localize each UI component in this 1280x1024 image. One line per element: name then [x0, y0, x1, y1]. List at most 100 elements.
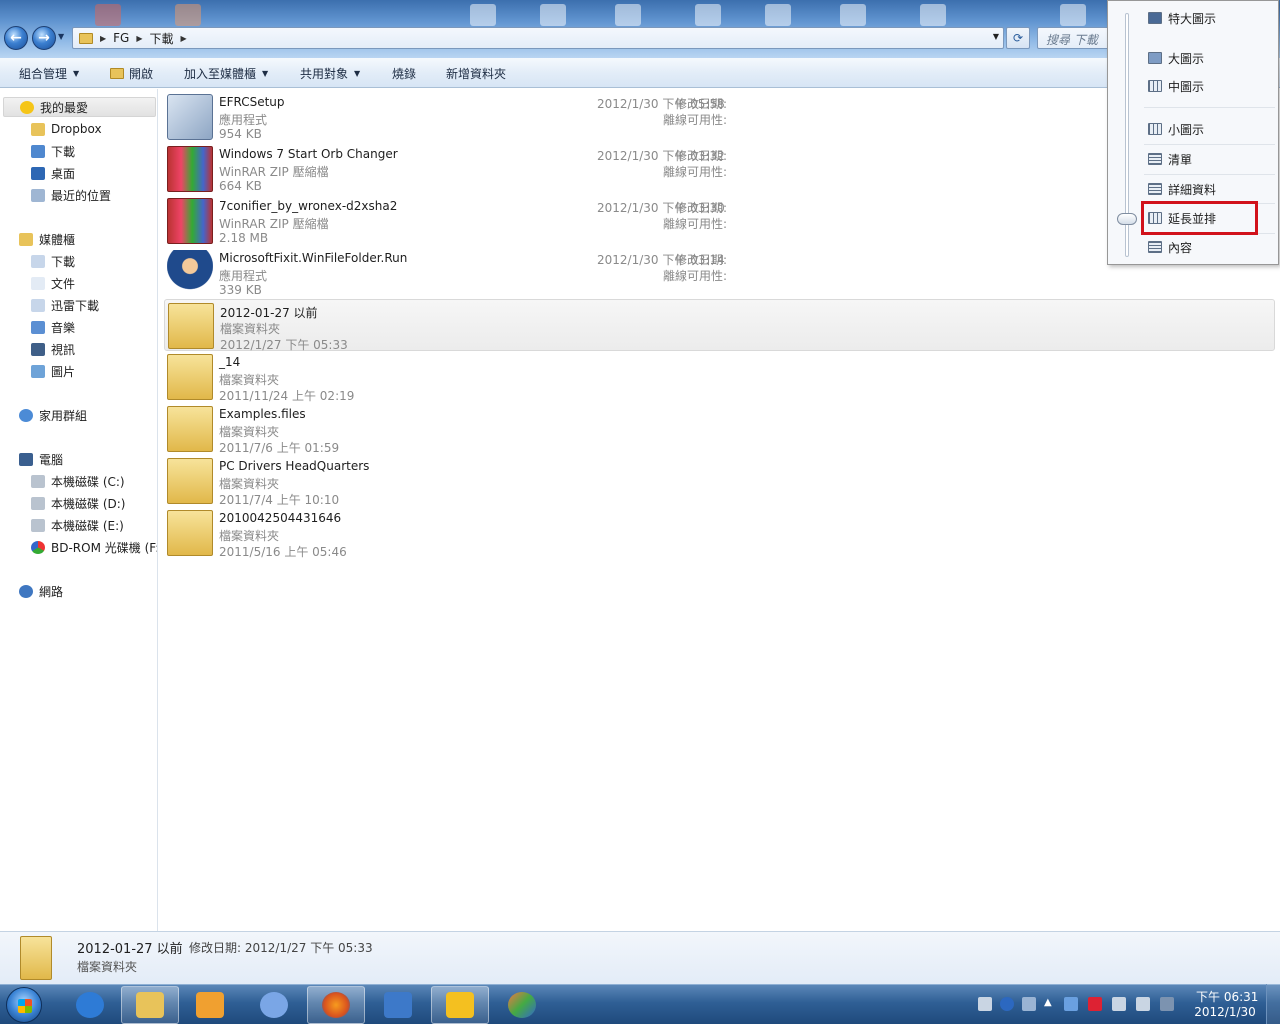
- menu-item-extra-large-icons[interactable]: 特大圖示: [1148, 7, 1216, 29]
- sidebar-item-homegroup[interactable]: 家用群組: [19, 405, 87, 425]
- start-button[interactable]: [6, 987, 42, 1023]
- list-view-icon: [1148, 153, 1162, 165]
- sidebar-item-network[interactable]: 網路: [19, 581, 63, 601]
- slider-thumb[interactable]: [1117, 213, 1137, 225]
- background-decoration: [840, 4, 866, 26]
- file-date: 2011/11/24 上午 02:19: [219, 389, 355, 403]
- users-icon[interactable]: [1064, 997, 1078, 1011]
- sidebar-item-label: 本機磁碟 (E:): [51, 518, 124, 533]
- taskbar-app-button[interactable]: [431, 986, 489, 1024]
- show-desktop-button[interactable]: [1266, 984, 1280, 1024]
- clock-time[interactable]: 下午 06:31: [1196, 988, 1258, 1005]
- search-input[interactable]: 搜尋 下載: [1037, 27, 1112, 49]
- small-icons-icon: [1148, 123, 1162, 135]
- background-decoration: [920, 4, 946, 26]
- sidebar-item-bd-rom[interactable]: BD-ROM 光碟機 (F:: [31, 537, 157, 557]
- help-icon[interactable]: [1000, 997, 1014, 1011]
- sidebar-item-label: 下載: [51, 144, 76, 159]
- burn-button[interactable]: 燒錄: [392, 65, 416, 82]
- sidebar-item-dropbox[interactable]: Dropbox: [31, 119, 102, 139]
- file-date: 2011/7/4 上午 10:10: [219, 493, 340, 507]
- sidebar-item-downloads[interactable]: 下載: [31, 141, 75, 161]
- rar-icon: [167, 198, 213, 244]
- sidebar-item-drive-c[interactable]: 本機磁碟 (C:): [31, 471, 125, 491]
- share-with-label: 共用對象: [300, 67, 349, 81]
- taskbar-media-player-button[interactable]: [181, 986, 239, 1024]
- network-status-icon[interactable]: [1112, 997, 1126, 1011]
- breadcrumb-fg[interactable]: FG: [113, 31, 129, 45]
- menu-separator: [1144, 107, 1275, 108]
- menu-item-large-icons[interactable]: 大圖示: [1148, 47, 1204, 69]
- file-item[interactable]: Examples.files 檔案資料夾 2011/7/6 上午 01:59: [164, 403, 1275, 455]
- new-folder-label: 新增資料夾: [446, 67, 507, 81]
- sidebar-item-pictures[interactable]: 圖片: [31, 361, 75, 381]
- recent-pages-dropdown[interactable]: ▼: [58, 32, 67, 44]
- volume-icon[interactable]: [1136, 997, 1150, 1011]
- sidebar-item-desktop[interactable]: 桌面: [31, 163, 75, 183]
- open-button[interactable]: 開啟: [110, 65, 153, 82]
- folder-icon: [20, 936, 52, 980]
- taskbar-remote-desktop-button[interactable]: [369, 986, 427, 1024]
- chevron-right-icon[interactable]: ▶: [136, 34, 142, 43]
- taskbar-firefox-button[interactable]: [307, 986, 365, 1024]
- sidebar-item-recent[interactable]: 最近的位置: [31, 185, 111, 205]
- action-center-icon[interactable]: [1088, 997, 1102, 1011]
- organize-button[interactable]: 組合管理 ▼: [19, 65, 79, 82]
- menu-separator: [1144, 174, 1275, 175]
- chevron-right-icon[interactable]: ▶: [181, 34, 187, 43]
- language-icon[interactable]: [1022, 997, 1036, 1011]
- share-with-button[interactable]: 共用對象 ▼: [300, 65, 360, 82]
- menu-item-list[interactable]: 清單: [1148, 148, 1192, 170]
- sidebar-item-documents[interactable]: 文件: [31, 273, 75, 293]
- file-type: 應用程式: [219, 113, 268, 127]
- add-to-library-button[interactable]: 加入至媒體櫃 ▼: [184, 65, 268, 82]
- menu-item-details[interactable]: 詳細資料: [1148, 178, 1216, 200]
- back-arrow-icon: ←: [10, 30, 22, 46]
- taskbar-globe-button[interactable]: [245, 986, 303, 1024]
- file-item[interactable]: 2010042504431646 檔案資料夾 2011/5/16 上午 05:4…: [164, 507, 1275, 559]
- sidebar-item-drive-d[interactable]: 本機磁碟 (D:): [31, 493, 125, 513]
- show-hidden-icons-icon[interactable]: ▲: [1044, 997, 1052, 1011]
- forward-button[interactable]: →: [32, 26, 56, 50]
- modified-value: 2012/1/30 下午 05:58: [597, 97, 725, 111]
- taskbar-paint-button[interactable]: [493, 986, 551, 1024]
- refresh-button[interactable]: ⟳: [1006, 27, 1030, 49]
- file-item-selected[interactable]: 2012-01-27 以前 檔案資料夾 2012/1/27 下午 05:33: [164, 299, 1275, 352]
- address-history-dropdown[interactable]: ▼: [993, 32, 999, 41]
- folder-icon: [31, 122, 45, 136]
- file-item[interactable]: PC Drivers HeadQuarters 檔案資料夾 2011/7/4 上…: [164, 455, 1275, 507]
- chevron-right-icon[interactable]: ▶: [100, 34, 106, 43]
- background-decoration: [615, 4, 641, 26]
- menu-item-label: 小圖示: [1168, 122, 1205, 137]
- breadcrumb-downloads[interactable]: 下載: [150, 30, 174, 47]
- menu-item-content[interactable]: 內容: [1148, 236, 1192, 258]
- menu-item-medium-icons[interactable]: 中圖示: [1148, 75, 1204, 97]
- sidebar-item-lib-downloads[interactable]: 下載: [31, 251, 75, 271]
- background-decoration: [175, 4, 201, 26]
- sidebar-item-music[interactable]: 音樂: [31, 317, 75, 337]
- taskbar-explorer-button[interactable]: [121, 986, 179, 1024]
- file-size: 954 KB: [219, 127, 262, 141]
- menu-item-small-icons[interactable]: 小圖示: [1148, 118, 1204, 140]
- clock-date[interactable]: 2012/1/30: [1192, 1005, 1258, 1019]
- back-button[interactable]: ←: [4, 26, 28, 50]
- modified-value: 2012/1/30 下午 03:32: [597, 149, 725, 163]
- background-decoration: [695, 4, 721, 26]
- file-item[interactable]: _14 檔案資料夾 2011/11/24 上午 02:19: [164, 351, 1275, 403]
- address-bar[interactable]: ▶ FG ▶ 下載 ▶ ▼: [72, 27, 1004, 49]
- sidebar-item-drive-e[interactable]: 本機磁碟 (E:): [31, 515, 124, 535]
- sidebar-item-favorites[interactable]: 我的最愛: [3, 97, 156, 117]
- window-titlebar: ← → ▼ ▶ FG ▶ 下載 ▶ ▼ ⟳ 搜尋 下載: [0, 0, 1280, 58]
- sidebar-item-label: 網路: [39, 584, 64, 599]
- sidebar-item-computer[interactable]: 電腦: [19, 449, 63, 469]
- sidebar-item-label: Dropbox: [51, 122, 102, 136]
- keyboard-icon[interactable]: [978, 997, 992, 1011]
- sidebar-item-thunder[interactable]: 迅雷下載: [31, 295, 99, 315]
- sidebar-item-libraries[interactable]: 媒體櫃: [19, 229, 75, 249]
- taskbar-ie-button[interactable]: [61, 986, 119, 1024]
- app-tray-icon[interactable]: [1160, 997, 1174, 1011]
- sidebar-item-label: 音樂: [51, 320, 76, 335]
- sidebar-item-videos[interactable]: 視訊: [31, 339, 75, 359]
- navigation-pane: 我的最愛 Dropbox 下載 桌面 最近的位置 媒體櫃 下載 文件 迅雷下載 …: [0, 89, 158, 931]
- new-folder-button[interactable]: 新增資料夾: [446, 65, 506, 82]
